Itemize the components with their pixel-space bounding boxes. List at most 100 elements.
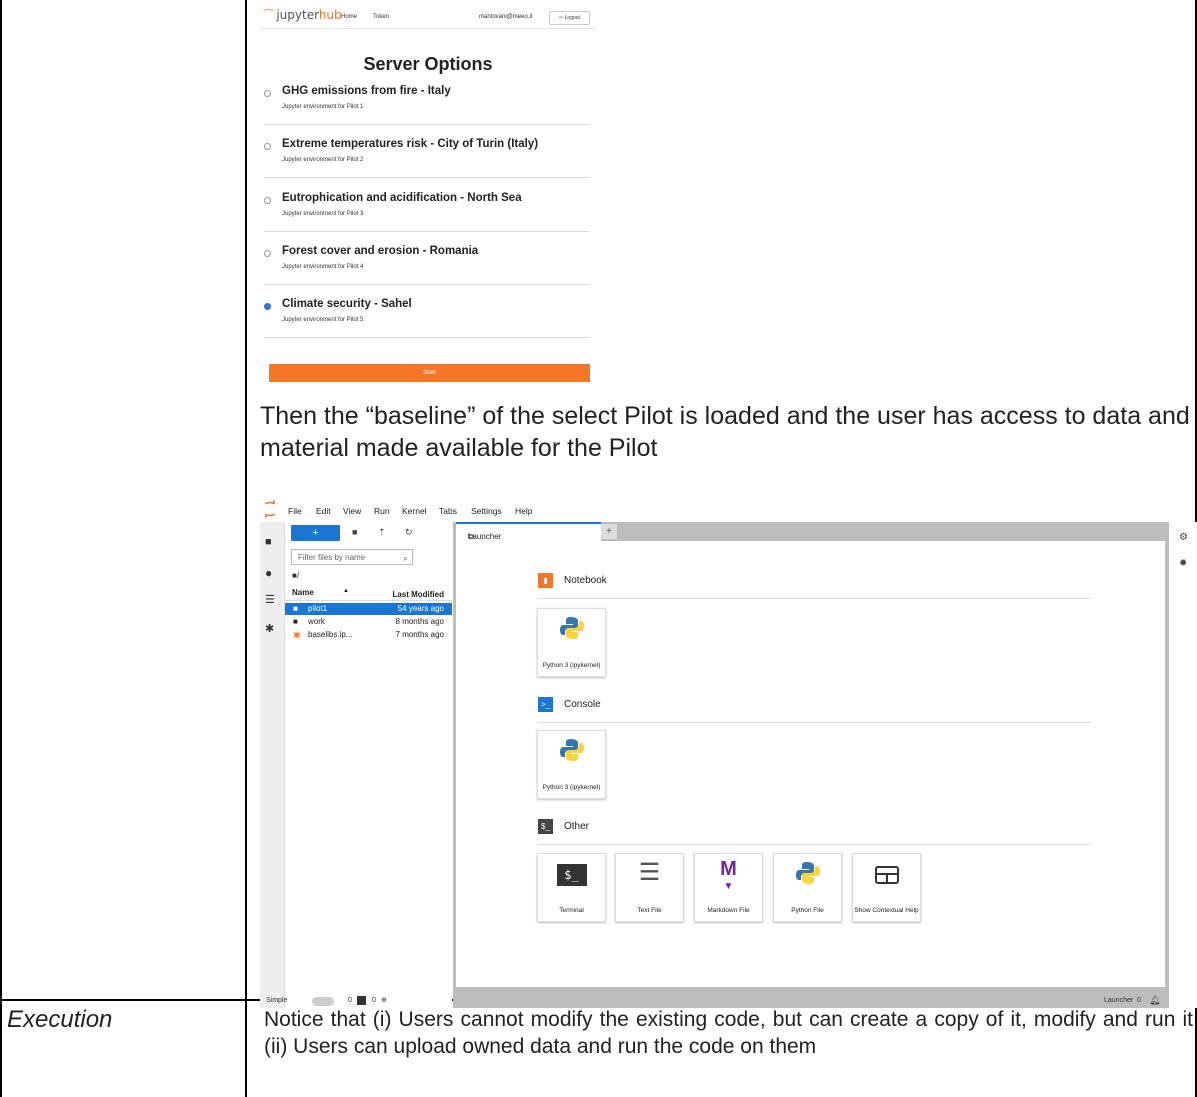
divider bbox=[264, 231, 590, 232]
launcher-card-console-python3[interactable]: Python 3 (ipykernel) bbox=[537, 730, 606, 799]
divider bbox=[538, 844, 1091, 845]
new-launcher-button[interactable]: + bbox=[291, 525, 340, 541]
jupyter-swirl-icon: ⁀ bbox=[264, 9, 277, 22]
terminal-icon: $_ bbox=[538, 819, 553, 834]
option-description: Jupyter environment for Pilot 2 bbox=[282, 157, 364, 163]
kernel-icon: ⊕ bbox=[381, 997, 387, 1004]
menu-kernel[interactable]: Kernel bbox=[402, 506, 427, 516]
card-label: Python File bbox=[791, 907, 824, 914]
python-icon bbox=[559, 739, 584, 761]
option-description: Jupyter environment for Pilot 5 bbox=[282, 317, 364, 323]
property-inspector-icon[interactable]: ⚙ bbox=[1179, 532, 1188, 543]
terminals-count: 0 bbox=[348, 997, 352, 1004]
user-email: mantovani@meeo.it bbox=[479, 14, 533, 20]
column-name[interactable]: Name bbox=[292, 588, 314, 597]
file-row[interactable]: ▣ baselibs.ip... 7 months ago bbox=[285, 629, 452, 641]
terminal-icon: $_ bbox=[556, 864, 587, 886]
launcher-card-text-file[interactable]: ☰ Text File bbox=[615, 853, 684, 922]
tab-launcher[interactable]: ⧉ Launcher bbox=[456, 522, 601, 541]
folder-icon: ■ bbox=[293, 617, 298, 626]
divider bbox=[264, 124, 590, 125]
option-description: Jupyter environment for Pilot 3 bbox=[282, 211, 364, 217]
option-description: Jupyter environment for Pilot 1 bbox=[282, 104, 364, 110]
card-label: Terminal bbox=[559, 907, 584, 914]
notification-count: 0 bbox=[1137, 997, 1141, 1004]
bell-icon[interactable]: 🔔︎ bbox=[1149, 995, 1160, 1006]
sort-up-icon[interactable]: ▲ bbox=[343, 588, 349, 594]
option-label: GHG emissions from fire - Italy bbox=[282, 85, 451, 97]
nav-home-link[interactable]: Home bbox=[341, 14, 357, 20]
simple-mode-label: Simple bbox=[266, 997, 288, 1004]
option-label: Climate security - Sahel bbox=[282, 298, 412, 310]
notebook-icon: ▮ bbox=[538, 573, 553, 588]
logout-button[interactable]: ⇨ Logout bbox=[549, 11, 590, 25]
menu-help[interactable]: Help bbox=[515, 506, 532, 516]
menu-tabs[interactable]: Tabs bbox=[439, 506, 457, 516]
launcher-card-contextual-help[interactable]: Show Contextual Help bbox=[852, 853, 921, 922]
jupyter-logo-icon bbox=[264, 500, 276, 518]
execution-description: Notice that (i) Users cannot modify the … bbox=[264, 1008, 1193, 1058]
menu-view[interactable]: View bbox=[343, 506, 361, 516]
divider bbox=[264, 177, 590, 178]
breadcrumb[interactable]: ■/ bbox=[292, 571, 299, 580]
launcher-card-terminal[interactable]: $_ Terminal bbox=[537, 853, 606, 922]
divider bbox=[538, 598, 1091, 599]
card-label: Markdown File bbox=[707, 907, 750, 914]
jupyterhub-screenshot: ⁀ jupyterhub Home Token mantovani@meeo.i… bbox=[260, 6, 596, 386]
filter-files-input[interactable]: Filter files by name ⌕ bbox=[291, 549, 413, 565]
file-row[interactable]: ■ work 8 months ago bbox=[285, 616, 452, 628]
contextual-help-icon bbox=[874, 866, 899, 884]
card-label: Python 3 (ipykernel) bbox=[542, 662, 601, 669]
column-last-modified[interactable]: Last Modified bbox=[392, 590, 444, 599]
file-browser: + ■ ⇡ ↻ Filter files by name ⌕ ■/ Name ▲… bbox=[285, 522, 452, 1008]
card-label: Text File bbox=[637, 907, 662, 914]
menu-edit[interactable]: Edit bbox=[316, 506, 331, 516]
radio-button-checked[interactable] bbox=[264, 303, 271, 310]
menu-run[interactable]: Run bbox=[374, 506, 390, 516]
menu-file[interactable]: File bbox=[288, 506, 302, 516]
file-list-header: Name ▲ Last Modified bbox=[285, 586, 452, 601]
terminal-icon bbox=[357, 996, 366, 1005]
page-title: Server Options bbox=[363, 54, 493, 74]
table-border-left bbox=[0, 0, 2, 1097]
toc-icon[interactable]: ☰ bbox=[265, 593, 275, 606]
nav-token-link[interactable]: Token bbox=[373, 14, 389, 20]
refresh-icon[interactable]: ↻ bbox=[405, 527, 413, 538]
search-icon: ⌕ bbox=[402, 553, 408, 563]
text-file-icon: ☰ bbox=[638, 859, 661, 886]
left-sidebar: ■ ● ☰ ✱ bbox=[260, 522, 285, 1008]
notebook-icon: ▣ bbox=[293, 630, 301, 639]
divider bbox=[264, 337, 590, 338]
menu-settings[interactable]: Settings bbox=[471, 506, 502, 516]
launcher-card-python-file[interactable]: Python File bbox=[773, 853, 842, 922]
jupyterhub-logo: ⁀ jupyterhub bbox=[264, 8, 342, 22]
debugger-icon[interactable]: ✹ bbox=[1179, 558, 1187, 569]
radio-button[interactable] bbox=[264, 250, 271, 257]
folder-icon: ■ bbox=[293, 604, 298, 613]
radio-button[interactable] bbox=[264, 143, 271, 150]
divider bbox=[538, 722, 1091, 723]
launcher-card-markdown-file[interactable]: M ▼ Markdown File bbox=[694, 853, 763, 922]
running-icon[interactable]: ● bbox=[265, 566, 272, 580]
divider bbox=[264, 284, 590, 285]
python-icon bbox=[559, 617, 584, 639]
markdown-icon: M ▼ bbox=[720, 858, 737, 892]
active-tab-label: Launcher bbox=[1104, 997, 1134, 1004]
start-button[interactable]: Start bbox=[269, 364, 590, 382]
row-label-execution: Execution bbox=[7, 1006, 113, 1033]
simple-mode-toggle[interactable] bbox=[312, 997, 334, 1006]
folder-icon[interactable]: ■ bbox=[265, 536, 272, 548]
radio-button[interactable] bbox=[264, 197, 271, 204]
launcher-card-notebook-python3[interactable]: Python 3 (ipykernel) bbox=[537, 608, 606, 677]
hub-navbar: ⁀ jupyterhub Home Token mantovani@meeo.i… bbox=[260, 6, 596, 29]
new-folder-icon[interactable]: ■ bbox=[352, 527, 357, 537]
section-title: Console bbox=[564, 699, 601, 710]
extensions-icon[interactable]: ✱ bbox=[265, 622, 274, 635]
new-tab-button[interactable]: + bbox=[601, 524, 617, 539]
radio-button[interactable] bbox=[264, 90, 271, 97]
upload-icon[interactable]: ⇡ bbox=[378, 527, 386, 538]
right-sidebar: ⚙ ✹ bbox=[1169, 522, 1197, 1008]
file-row[interactable]: ■ pilot1 54 years ago bbox=[285, 603, 452, 615]
kernels-count: 0 bbox=[372, 997, 376, 1004]
description-paragraph: Then the “baseline” of the select Pilot … bbox=[260, 402, 1190, 462]
